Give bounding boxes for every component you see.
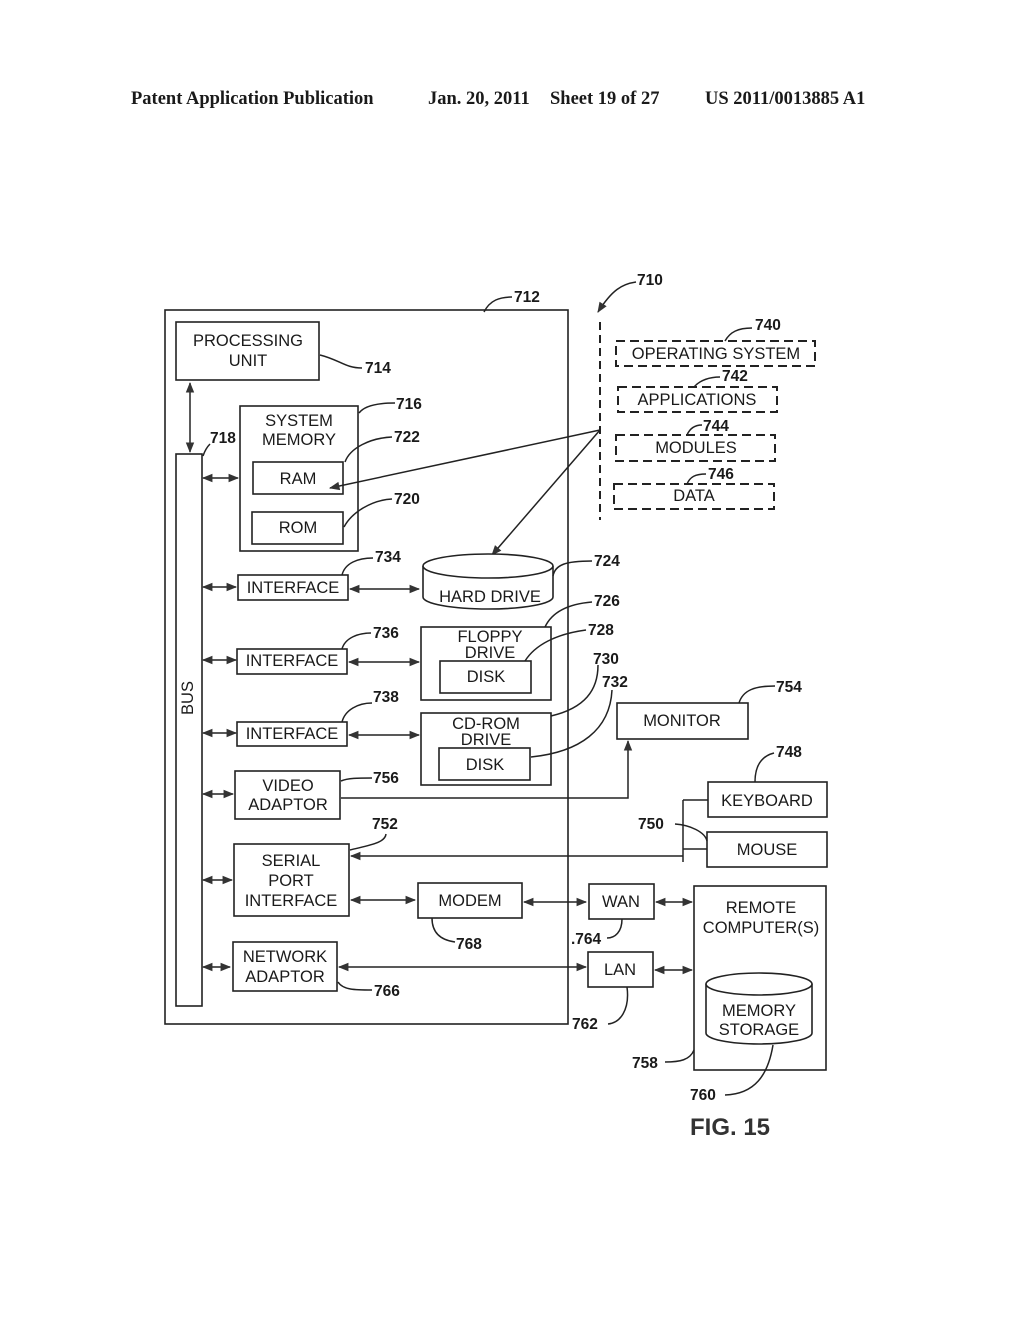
svg-text:BUS: BUS bbox=[179, 681, 197, 715]
svg-text:DRIVE: DRIVE bbox=[465, 644, 515, 662]
svg-text:MODEM: MODEM bbox=[438, 892, 501, 910]
svg-text:MEMORY: MEMORY bbox=[262, 431, 336, 449]
svg-text:SYSTEM: SYSTEM bbox=[265, 412, 333, 430]
svg-text:REMOTE: REMOTE bbox=[726, 899, 797, 917]
svg-text:NETWORK: NETWORK bbox=[243, 948, 327, 966]
svg-text:OPERATING SYSTEM: OPERATING SYSTEM bbox=[632, 345, 800, 363]
svg-text:WAN: WAN bbox=[602, 893, 640, 911]
hard-drive: HARD DRIVE bbox=[422, 553, 554, 610]
ref-728: 728 bbox=[588, 622, 614, 639]
svg-text:MONITOR: MONITOR bbox=[643, 712, 721, 730]
figure-label: FIG. 15 bbox=[690, 1114, 770, 1141]
svg-text:RAM: RAM bbox=[280, 470, 317, 488]
ref-744: 744 bbox=[703, 418, 729, 435]
monitor: MONITOR bbox=[616, 702, 749, 740]
ref-742: 742 bbox=[722, 368, 748, 385]
processing-unit: PROCESSING UNIT bbox=[175, 321, 320, 381]
ref-746: 746 bbox=[708, 466, 734, 483]
system-bus: BUS bbox=[175, 453, 203, 1007]
wan: WAN bbox=[588, 883, 655, 920]
svg-text:ROM: ROM bbox=[279, 519, 318, 537]
ref-718: 718 bbox=[210, 430, 236, 447]
block-diagram: 712 PROCESSING UNIT 714 BUS 718 SYSTEM M… bbox=[164, 272, 828, 1141]
software-modules: MODULES bbox=[615, 434, 776, 462]
svg-text:COMPUTER(S): COMPUTER(S) bbox=[703, 919, 819, 937]
svg-text:INTERFACE: INTERFACE bbox=[245, 892, 338, 910]
ref-748: 748 bbox=[776, 744, 802, 761]
svg-text:HARD DRIVE: HARD DRIVE bbox=[439, 588, 541, 606]
keyboard: KEYBOARD bbox=[707, 781, 828, 818]
ref-740: 740 bbox=[755, 317, 781, 334]
svg-text:INTERFACE: INTERFACE bbox=[246, 652, 339, 670]
software-applications: APPLICATIONS bbox=[617, 386, 778, 413]
ref-754: 754 bbox=[776, 679, 802, 696]
svg-text:DRIVE: DRIVE bbox=[461, 731, 511, 749]
ref-726: 726 bbox=[594, 593, 620, 610]
ref-730: 730 bbox=[593, 651, 619, 668]
serial-port-interface: SERIAL PORT INTERFACE bbox=[233, 843, 350, 917]
svg-text:PORT: PORT bbox=[268, 872, 314, 890]
svg-text:ADAPTOR: ADAPTOR bbox=[248, 796, 328, 814]
network-adaptor: NETWORK ADAPTOR bbox=[232, 941, 338, 992]
system-memory: SYSTEM MEMORY RAM ROM bbox=[239, 405, 359, 552]
interface-734: INTERFACE bbox=[237, 574, 349, 601]
ref-768: 768 bbox=[456, 936, 482, 953]
mouse: MOUSE bbox=[706, 831, 828, 868]
svg-text:MODULES: MODULES bbox=[655, 439, 737, 457]
svg-text:DISK: DISK bbox=[467, 668, 506, 686]
ref-736: 736 bbox=[373, 625, 399, 642]
ref-724: 724 bbox=[594, 553, 620, 570]
svg-text:APPLICATIONS: APPLICATIONS bbox=[638, 391, 757, 409]
svg-text:INTERFACE: INTERFACE bbox=[247, 579, 340, 597]
svg-text:INTERFACE: INTERFACE bbox=[246, 725, 339, 743]
software-operating-system: OPERATING SYSTEM bbox=[615, 340, 816, 367]
svg-text:STORAGE: STORAGE bbox=[719, 1021, 799, 1039]
video-adaptor: VIDEO ADAPTOR bbox=[234, 770, 341, 820]
ref-712: 712 bbox=[514, 289, 540, 306]
ref-734: 734 bbox=[375, 549, 401, 566]
svg-text:VIDEO: VIDEO bbox=[262, 777, 314, 795]
interface-738: INTERFACE bbox=[236, 721, 348, 747]
software-data: DATA bbox=[613, 483, 775, 510]
svg-text:KEYBOARD: KEYBOARD bbox=[721, 792, 813, 810]
ref-720: 720 bbox=[394, 491, 420, 508]
ref-714: 714 bbox=[365, 360, 391, 377]
ref-766: 766 bbox=[374, 983, 400, 1000]
ref-732: 732 bbox=[602, 674, 628, 691]
ref-750: 750 bbox=[638, 816, 664, 833]
svg-text:DISK: DISK bbox=[466, 756, 505, 774]
ref-710: 710 bbox=[637, 272, 663, 289]
svg-text:MEMORY: MEMORY bbox=[722, 1002, 796, 1020]
svg-text:SERIAL: SERIAL bbox=[262, 852, 321, 870]
svg-text:ADAPTOR: ADAPTOR bbox=[245, 968, 325, 986]
lan: LAN bbox=[587, 951, 654, 988]
floppy-drive: FLOPPY DRIVE DISK bbox=[420, 626, 552, 701]
svg-text:DATA: DATA bbox=[673, 487, 715, 505]
svg-text:PROCESSING: PROCESSING bbox=[193, 332, 303, 350]
modem: MODEM bbox=[417, 882, 523, 919]
interface-736: INTERFACE bbox=[236, 648, 348, 675]
svg-text:UNIT: UNIT bbox=[229, 352, 268, 370]
ref-716: 716 bbox=[396, 396, 422, 413]
ref-738: 738 bbox=[373, 689, 399, 706]
ref-756: 756 bbox=[373, 770, 399, 787]
ref-760: 760 bbox=[690, 1087, 716, 1104]
memory-storage: MEMORY STORAGE bbox=[705, 972, 813, 1045]
ref-764: .764 bbox=[571, 931, 602, 948]
svg-text:LAN: LAN bbox=[604, 961, 636, 979]
svg-text:MOUSE: MOUSE bbox=[737, 841, 798, 859]
ref-752: 752 bbox=[372, 816, 398, 833]
ref-722: 722 bbox=[394, 429, 420, 446]
ref-762: 762 bbox=[572, 1016, 598, 1033]
cdrom-drive: CD-ROM DRIVE DISK bbox=[420, 712, 552, 786]
ref-758: 758 bbox=[632, 1055, 658, 1072]
